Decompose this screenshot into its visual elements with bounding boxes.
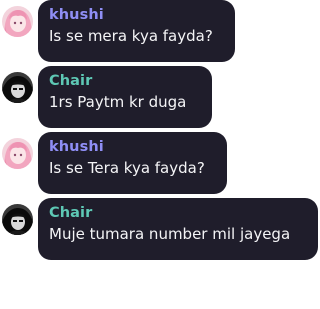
author-name[interactable]: khushi: [49, 137, 215, 157]
dark-hooded-avatar-icon[interactable]: [2, 72, 33, 103]
anime-girl-avatar-icon[interactable]: [2, 138, 33, 169]
message-bubble[interactable]: Chair 1rs Paytm kr duga: [38, 66, 212, 128]
message-text: Muje tumara number mil jayega: [49, 225, 291, 243]
author-name[interactable]: khushi: [49, 5, 223, 25]
message-bubble[interactable]: Chair Muje tumara number mil jayega: [38, 198, 318, 260]
message-text: Is se Tera kya fayda?: [49, 159, 205, 177]
message-text: 1rs Paytm kr duga: [49, 93, 187, 111]
anime-girl-avatar-icon[interactable]: [2, 6, 33, 37]
message-bubble[interactable]: khushi Is se mera kya fayda?: [38, 0, 235, 62]
message-text: Is se mera kya fayda?: [49, 27, 213, 45]
author-name[interactable]: Chair: [49, 71, 200, 91]
chat-thread: khushi Is se mera kya fayda? Chair 1rs P…: [0, 0, 320, 309]
author-name[interactable]: Chair: [49, 203, 306, 223]
dark-hooded-avatar-icon[interactable]: [2, 204, 33, 235]
message-bubble[interactable]: khushi Is se Tera kya fayda?: [38, 132, 227, 194]
